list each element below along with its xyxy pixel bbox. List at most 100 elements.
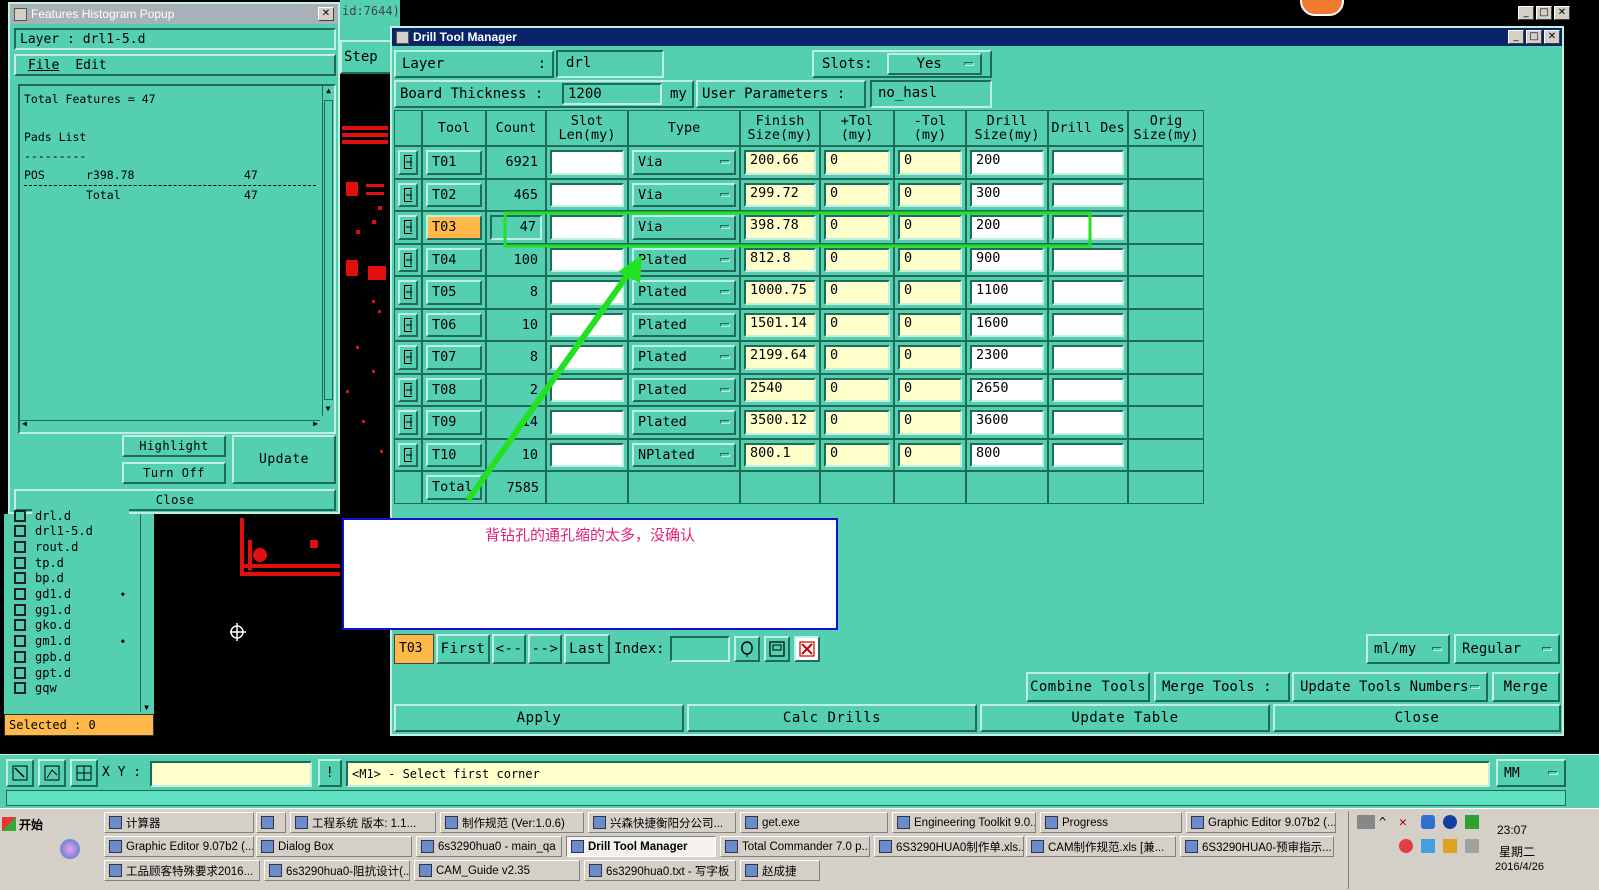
layer-checkbox[interactable]: [14, 666, 26, 679]
scroll-thumb[interactable]: [324, 100, 333, 400]
tool-id[interactable]: T01: [426, 150, 482, 175]
table-row[interactable]: T10 10 NPlated 800.1 0 0 800: [394, 438, 1204, 471]
ptol-input[interactable]: 0: [824, 312, 890, 337]
taskbar-item[interactable]: 6s3290hua0.txt - 写字板: [584, 860, 736, 881]
merge-button[interactable]: Merge: [1492, 672, 1560, 702]
taskbar-item[interactable]: Progress: [1040, 812, 1182, 833]
taskbar-item[interactable]: Graphic Editor 9.07b2 (...: [1186, 812, 1336, 833]
slot-input[interactable]: [550, 410, 624, 435]
maximize-icon[interactable]: □: [1536, 6, 1552, 20]
ptol-input[interactable]: 0: [824, 215, 890, 240]
finish-input[interactable]: 812.8: [744, 247, 816, 272]
des-input[interactable]: [1052, 215, 1124, 240]
units-dropdown[interactable]: ml/my: [1366, 634, 1450, 664]
layer-checkbox[interactable]: [14, 556, 26, 569]
chevron-up-icon[interactable]: ^: [1379, 815, 1386, 829]
ptol-input[interactable]: 0: [824, 345, 890, 370]
finish-input[interactable]: 1000.75: [744, 280, 816, 305]
finish-input[interactable]: 200.66: [744, 150, 816, 175]
mode-dropdown[interactable]: Regular: [1454, 634, 1560, 664]
slot-input[interactable]: [550, 215, 624, 240]
type-dropdown[interactable]: Via: [632, 150, 736, 175]
scroll-up-icon[interactable]: ▲: [323, 86, 334, 98]
slot-input[interactable]: [550, 442, 624, 467]
drill-input[interactable]: 2650: [970, 377, 1044, 402]
type-dropdown[interactable]: Plated: [632, 312, 736, 337]
layer-list-item[interactable]: gg1.d: [14, 602, 129, 617]
drill-input[interactable]: 200: [970, 215, 1044, 240]
minimize-icon[interactable]: _: [1518, 6, 1534, 20]
slot-input[interactable]: [550, 312, 624, 337]
layer-list-item[interactable]: gko.d: [14, 618, 129, 633]
des-input[interactable]: [1052, 410, 1124, 435]
menu-file[interactable]: File: [28, 58, 59, 73]
layer-checkbox[interactable]: [14, 650, 26, 663]
horizontal-scrollbar[interactable]: ◀ ▶: [20, 419, 320, 432]
save-icon[interactable]: [764, 636, 790, 662]
start-button[interactable]: 开始: [2, 812, 58, 836]
first-button[interactable]: First: [436, 634, 490, 664]
taskbar-item[interactable]: 兴森快捷衡阳分公司...: [588, 812, 736, 833]
calc-drills-button[interactable]: Calc Drills: [687, 704, 977, 732]
drill-input[interactable]: 2300: [970, 345, 1044, 370]
table-row[interactable]: T04 100 Plated 812.8 0 0 900: [394, 243, 1204, 276]
mtol-input[interactable]: 0: [898, 215, 962, 240]
table-row[interactable]: T03 47 Via 398.78 0 0 200: [394, 211, 1204, 244]
expand-row-icon[interactable]: [398, 247, 418, 272]
expand-row-icon[interactable]: [398, 442, 418, 467]
finish-input[interactable]: 800.1: [744, 442, 816, 467]
quicklaunch-icon[interactable]: [60, 839, 80, 859]
layer-list-item[interactable]: gpt.d: [14, 665, 129, 680]
mtol-input[interactable]: 0: [898, 442, 962, 467]
close-icon[interactable]: ✕: [1544, 30, 1560, 44]
slot-input[interactable]: [550, 247, 624, 272]
table-row[interactable]: T02 465 Via 299.72 0 0 300: [394, 178, 1204, 211]
taskbar-item[interactable]: Engineering Toolkit 9.0...: [892, 812, 1036, 833]
mtol-input[interactable]: 0: [898, 312, 962, 337]
notification-badge-icon[interactable]: [1300, 0, 1344, 16]
taskbar-item[interactable]: 制作规范 (Ver:1.0.6): [440, 812, 584, 833]
expand-row-icon[interactable]: [398, 377, 418, 402]
scroll-down-icon[interactable]: ▼: [141, 703, 152, 712]
layer-checkbox[interactable]: [14, 682, 26, 695]
des-input[interactable]: [1052, 182, 1124, 207]
scroll-down-icon[interactable]: ▼: [323, 404, 333, 416]
taskbar-item[interactable]: 6S3290HUA0制作单.xls...: [874, 836, 1024, 857]
tool-id[interactable]: T04: [426, 247, 482, 272]
ptol-input[interactable]: 0: [824, 280, 890, 305]
index-field[interactable]: [670, 636, 730, 662]
layer-value-field[interactable]: drl: [556, 50, 664, 78]
scroll-right-icon[interactable]: ▶: [313, 419, 318, 428]
turn-off-button[interactable]: Turn Off: [122, 462, 226, 484]
update-tools-numbers-dropdown[interactable]: Update Tools Numbers: [1292, 672, 1488, 702]
vertical-scrollbar[interactable]: ▲ ▼: [322, 86, 334, 416]
finish-input[interactable]: 1501.14: [744, 312, 816, 337]
taskbar-item[interactable]: Graphic Editor 9.07b2 (...: [104, 836, 254, 857]
taskbar-item[interactable]: CAM_Guide v2.35: [414, 860, 580, 881]
layer-list-item[interactable]: gqw: [14, 681, 129, 696]
taskbar-item[interactable]: Drill Tool Manager: [566, 836, 716, 857]
table-row[interactable]: T08 2 Plated 2540 0 0 2650: [394, 373, 1204, 406]
drill-input[interactable]: 200: [970, 150, 1044, 175]
drill-input[interactable]: 1100: [970, 280, 1044, 305]
dtm-close-button[interactable]: Close: [1273, 704, 1561, 732]
layer-checkbox[interactable]: [14, 603, 26, 616]
tool-id[interactable]: T02: [426, 182, 482, 207]
slot-input[interactable]: [550, 150, 624, 175]
mtol-input[interactable]: 0: [898, 377, 962, 402]
layer-checkbox[interactable]: [14, 619, 26, 632]
slot-input[interactable]: [550, 182, 624, 207]
des-input[interactable]: [1052, 280, 1124, 305]
table-row[interactable]: T09 14 Plated 3500.12 0 0 3600: [394, 406, 1204, 439]
grid-tool-icon[interactable]: [70, 759, 98, 787]
taskbar-item[interactable]: [256, 812, 286, 833]
slots-dropdown[interactable]: Yes: [886, 53, 982, 75]
type-dropdown[interactable]: Plated: [632, 345, 736, 370]
drill-input[interactable]: 800: [970, 442, 1044, 467]
search-icon[interactable]: [734, 636, 760, 662]
finish-input[interactable]: 299.72: [744, 182, 816, 207]
finish-input[interactable]: 2540: [744, 377, 816, 402]
finish-input[interactable]: 398.78: [744, 215, 816, 240]
update-table-button[interactable]: Update Table: [980, 704, 1270, 732]
expand-row-icon[interactable]: [398, 345, 418, 370]
